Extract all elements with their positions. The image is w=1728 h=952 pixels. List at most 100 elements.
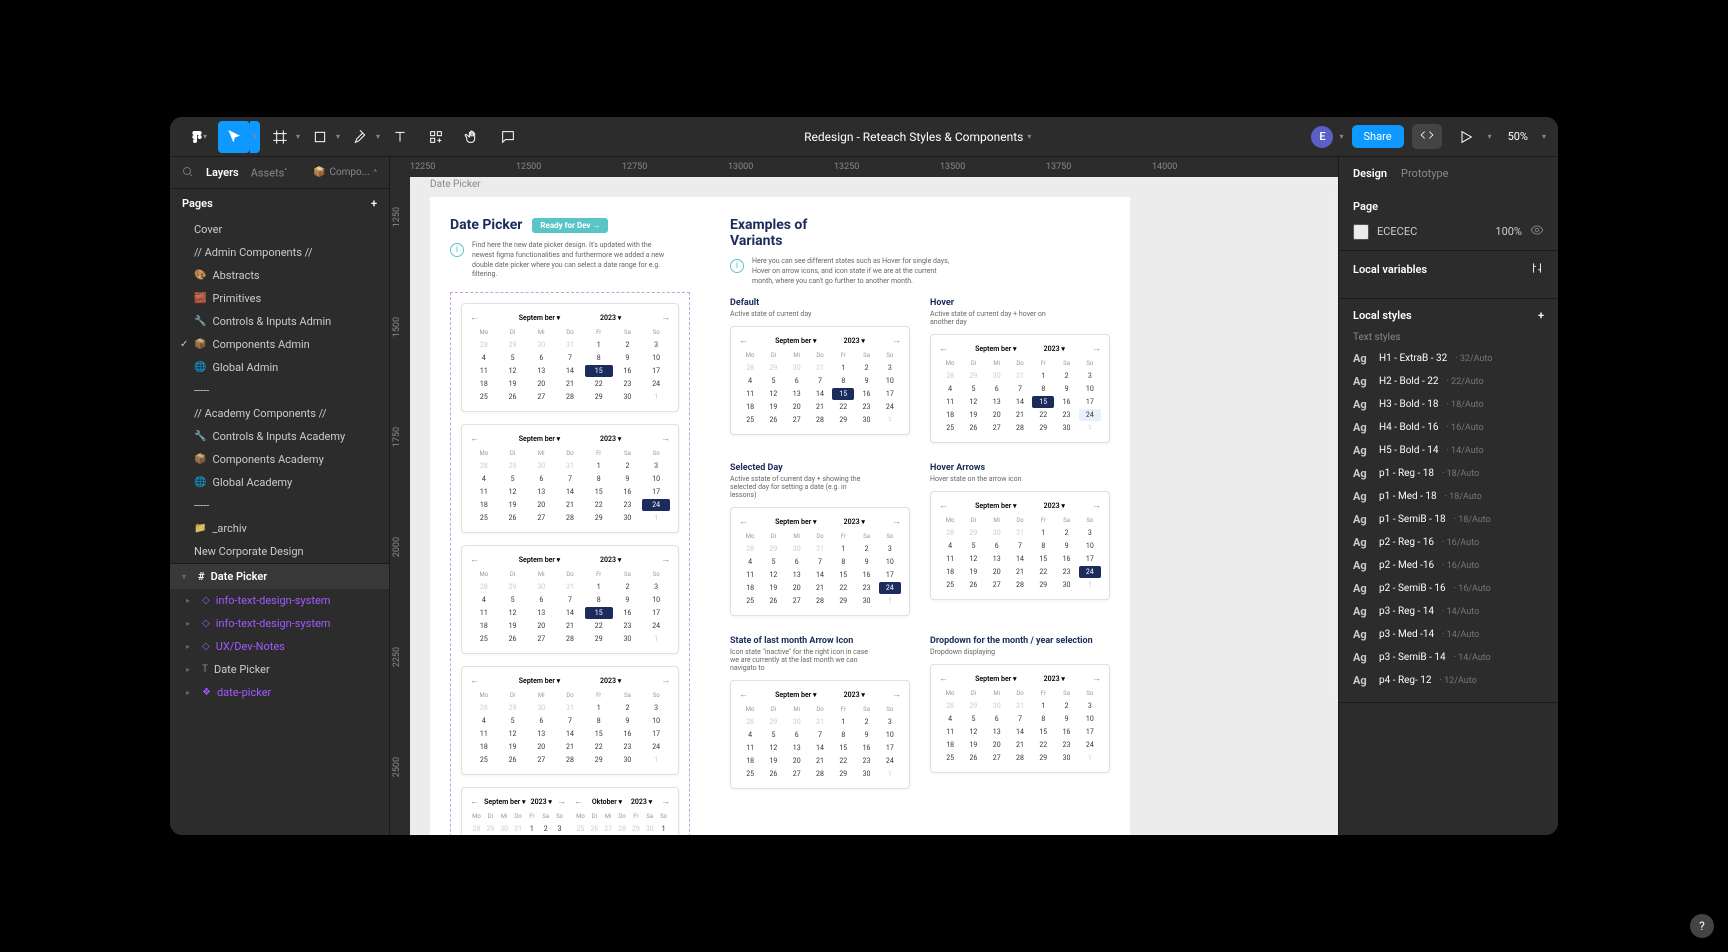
- color-swatch[interactable]: [1353, 224, 1369, 240]
- page-selector[interactable]: 📦 Compo... ^: [313, 167, 377, 178]
- text-style-item[interactable]: Agp1 - Reg - 18 · 18/Auto: [1353, 462, 1544, 485]
- tab-layers[interactable]: Layers: [206, 166, 239, 179]
- frame-header[interactable]: ▾ # Date Picker: [170, 564, 389, 589]
- page-item[interactable]: 🌐Global Admin: [170, 356, 389, 379]
- text-style-item[interactable]: AgH1 - ExtraB - 32 · 32/Auto: [1353, 347, 1544, 370]
- move-tool-button[interactable]: [218, 121, 250, 153]
- text-style-item[interactable]: AgH3 - Bold - 18 · 18/Auto: [1353, 393, 1544, 416]
- chevron-down-icon[interactable]: ▾: [1542, 132, 1546, 141]
- avatar[interactable]: E: [1311, 126, 1333, 148]
- text-style-item[interactable]: Agp3 - SemiB - 14 · 14/Auto: [1353, 646, 1544, 669]
- visibility-icon[interactable]: [1530, 223, 1544, 240]
- add-style-button[interactable]: +: [1538, 309, 1544, 322]
- variant-desc: Icon state "inactive" for the right icon…: [730, 648, 870, 672]
- calendar[interactable]: ←Septem ber ▾2023 ▾→MoDiMiDoFrSaSo282930…: [930, 664, 1110, 773]
- ready-for-dev-badge: Ready for Dev →: [532, 218, 608, 233]
- chevron-down-icon[interactable]: ▾: [1339, 132, 1343, 141]
- text-style-item[interactable]: AgH5 - Bold - 14 · 14/Auto: [1353, 439, 1544, 462]
- background-color-row[interactable]: ECECEC 100%: [1353, 223, 1544, 240]
- calendar[interactable]: ←Septem ber ▾2023 ▾→MoDiMiDoFrSaSo282930…: [461, 424, 679, 533]
- chevron-down-icon: ▾: [182, 572, 192, 581]
- text-style-item[interactable]: Agp2 - SemiB - 16 · 16/Auto: [1353, 577, 1544, 600]
- cursor-icon: [226, 129, 242, 145]
- page-item[interactable]: 📦Components Admin: [170, 333, 389, 356]
- share-button[interactable]: Share: [1352, 125, 1404, 148]
- frame-tool-button[interactable]: [264, 121, 296, 153]
- chevron-down-icon: ▾: [203, 132, 207, 141]
- info-icon: i: [730, 259, 744, 273]
- chevron-down-icon[interactable]: ▾: [250, 121, 260, 153]
- page-item[interactable]: 📦Components Academy: [170, 448, 389, 471]
- add-page-button[interactable]: +: [371, 197, 377, 210]
- calendar[interactable]: ←Septem ber ▾2023 ▾→MoDiMiDoFrSaSo282930…: [730, 326, 910, 435]
- text-style-item[interactable]: Agp2 - Reg - 16 · 16/Auto: [1353, 531, 1544, 554]
- canvas-content[interactable]: Date Picker Date Picker Ready for Dev → …: [410, 177, 1338, 835]
- page-item[interactable]: -----: [170, 494, 389, 517]
- page-item[interactable]: // Admin Components //: [170, 241, 389, 264]
- text-style-item[interactable]: Agp2 - Med -16 · 16/Auto: [1353, 554, 1544, 577]
- page-item[interactable]: 📁_archiv: [170, 517, 389, 540]
- page-item[interactable]: 🧱Primitives: [170, 287, 389, 310]
- layer-item[interactable]: ▸◇info-text-design-system: [170, 589, 389, 612]
- text-style-item[interactable]: Agp1 - SemiB - 18 · 18/Auto: [1353, 508, 1544, 531]
- layer-item[interactable]: ▸◇info-text-design-system: [170, 612, 389, 635]
- layer-item[interactable]: ▸TDate Picker: [170, 658, 389, 681]
- figma-menu-button[interactable]: ▾: [182, 121, 214, 153]
- tab-design[interactable]: Design: [1353, 167, 1387, 180]
- pen-tool-button[interactable]: [344, 121, 376, 153]
- resources-button[interactable]: [420, 121, 452, 153]
- calendar[interactable]: ←Septem ber ▾2023 ▾→MoDiMiDoFrSaSo282930…: [730, 507, 910, 616]
- dev-mode-button[interactable]: [1412, 124, 1442, 149]
- page-item[interactable]: -----: [170, 379, 389, 402]
- file-title[interactable]: Redesign - Reteach Styles & Components ▾: [524, 130, 1311, 144]
- variant-title: Hover: [930, 298, 1110, 308]
- chevron-down-icon[interactable]: ▾: [296, 132, 300, 141]
- text-style-item[interactable]: Agp4 - Reg- 12 · 12/Auto: [1353, 669, 1544, 692]
- calendar[interactable]: ←Septem ber ▾2023 ▾→MoDiMiDoFrSaSo282930…: [461, 545, 679, 654]
- local-variables-section[interactable]: Local variables: [1339, 251, 1558, 299]
- settings-icon[interactable]: [1530, 261, 1544, 278]
- layer-item[interactable]: ▸◇UX/Dev-Notes: [170, 635, 389, 658]
- text-style-item[interactable]: Agp1 - Med - 18 · 18/Auto: [1353, 485, 1544, 508]
- tab-prototype[interactable]: Prototype: [1401, 167, 1448, 180]
- page-item[interactable]: 🌐Global Academy: [170, 471, 389, 494]
- zoom-level[interactable]: 50%: [1500, 130, 1536, 143]
- chevron-down-icon[interactable]: ▾: [1488, 132, 1492, 141]
- hand-tool-button[interactable]: [456, 121, 488, 153]
- comment-tool-button[interactable]: [492, 121, 524, 153]
- info-icon: i: [450, 243, 464, 257]
- titlebar: ▾ ▾ ▾ ▾: [170, 117, 1558, 157]
- calendar[interactable]: ←Septem ber ▾2023 ▾→MoDiMiDoFrSaSo282930…: [930, 334, 1110, 443]
- section-title-left: Date Picker Ready for Dev →: [450, 217, 690, 233]
- artboard-date-picker[interactable]: Date Picker Date Picker Ready for Dev → …: [430, 197, 1130, 835]
- page-item[interactable]: New Corporate Design: [170, 540, 389, 563]
- tab-assets[interactable]: Assets•: [251, 165, 287, 180]
- present-button[interactable]: [1450, 121, 1482, 153]
- calendar[interactable]: ←Septem ber ▾2023 ▾→MoDiMiDoFrSaSo282930…: [730, 680, 910, 789]
- variant-title: Hover Arrows: [930, 463, 1110, 473]
- chevron-down-icon[interactable]: ▾: [336, 132, 340, 141]
- search-icon[interactable]: [182, 166, 194, 178]
- page-item[interactable]: // Academy Components //: [170, 402, 389, 425]
- ruler-horizontal: 1225012500127501300013250135001375014000: [390, 157, 1338, 177]
- page-item[interactable]: 🎨Abstracts: [170, 264, 389, 287]
- text-style-item[interactable]: Agp3 - Reg - 14 · 14/Auto: [1353, 600, 1544, 623]
- shape-tool-button[interactable]: [304, 121, 336, 153]
- text-style-item[interactable]: AgH2 - Bold - 22 · 22/Auto: [1353, 370, 1544, 393]
- calendar[interactable]: ←Septem ber ▾2023 ▾→MoDiMiDoFrSaSo282930…: [461, 666, 679, 775]
- layer-item[interactable]: ▸❖date-picker: [170, 681, 389, 704]
- calendar-double[interactable]: ←Septem ber ▾2023 ▾→MoDiMiDoFrSaSo282930…: [461, 787, 679, 835]
- page-item[interactable]: 🔧Controls & Inputs Academy: [170, 425, 389, 448]
- calendar[interactable]: ←Septem ber ▾2023 ▾→MoDiMiDoFrSaSo282930…: [461, 303, 679, 412]
- chevron-down-icon[interactable]: ▾: [376, 132, 380, 141]
- frame-icon: [272, 129, 288, 145]
- text-tool-button[interactable]: [384, 121, 416, 153]
- text-style-item[interactable]: Agp3 - Med -14 · 14/Auto: [1353, 623, 1544, 646]
- section-title-right: Examples of Variants: [730, 217, 830, 249]
- scrollbar-vertical[interactable]: [1328, 197, 1336, 697]
- canvas[interactable]: 1225012500127501300013250135001375014000…: [390, 157, 1338, 835]
- page-item[interactable]: Cover: [170, 218, 389, 241]
- calendar[interactable]: ←Septem ber ▾2023 ▾→MoDiMiDoFrSaSo282930…: [930, 491, 1110, 600]
- text-style-item[interactable]: AgH4 - Bold - 16 · 16/Auto: [1353, 416, 1544, 439]
- page-item[interactable]: 🔧Controls & Inputs Admin: [170, 310, 389, 333]
